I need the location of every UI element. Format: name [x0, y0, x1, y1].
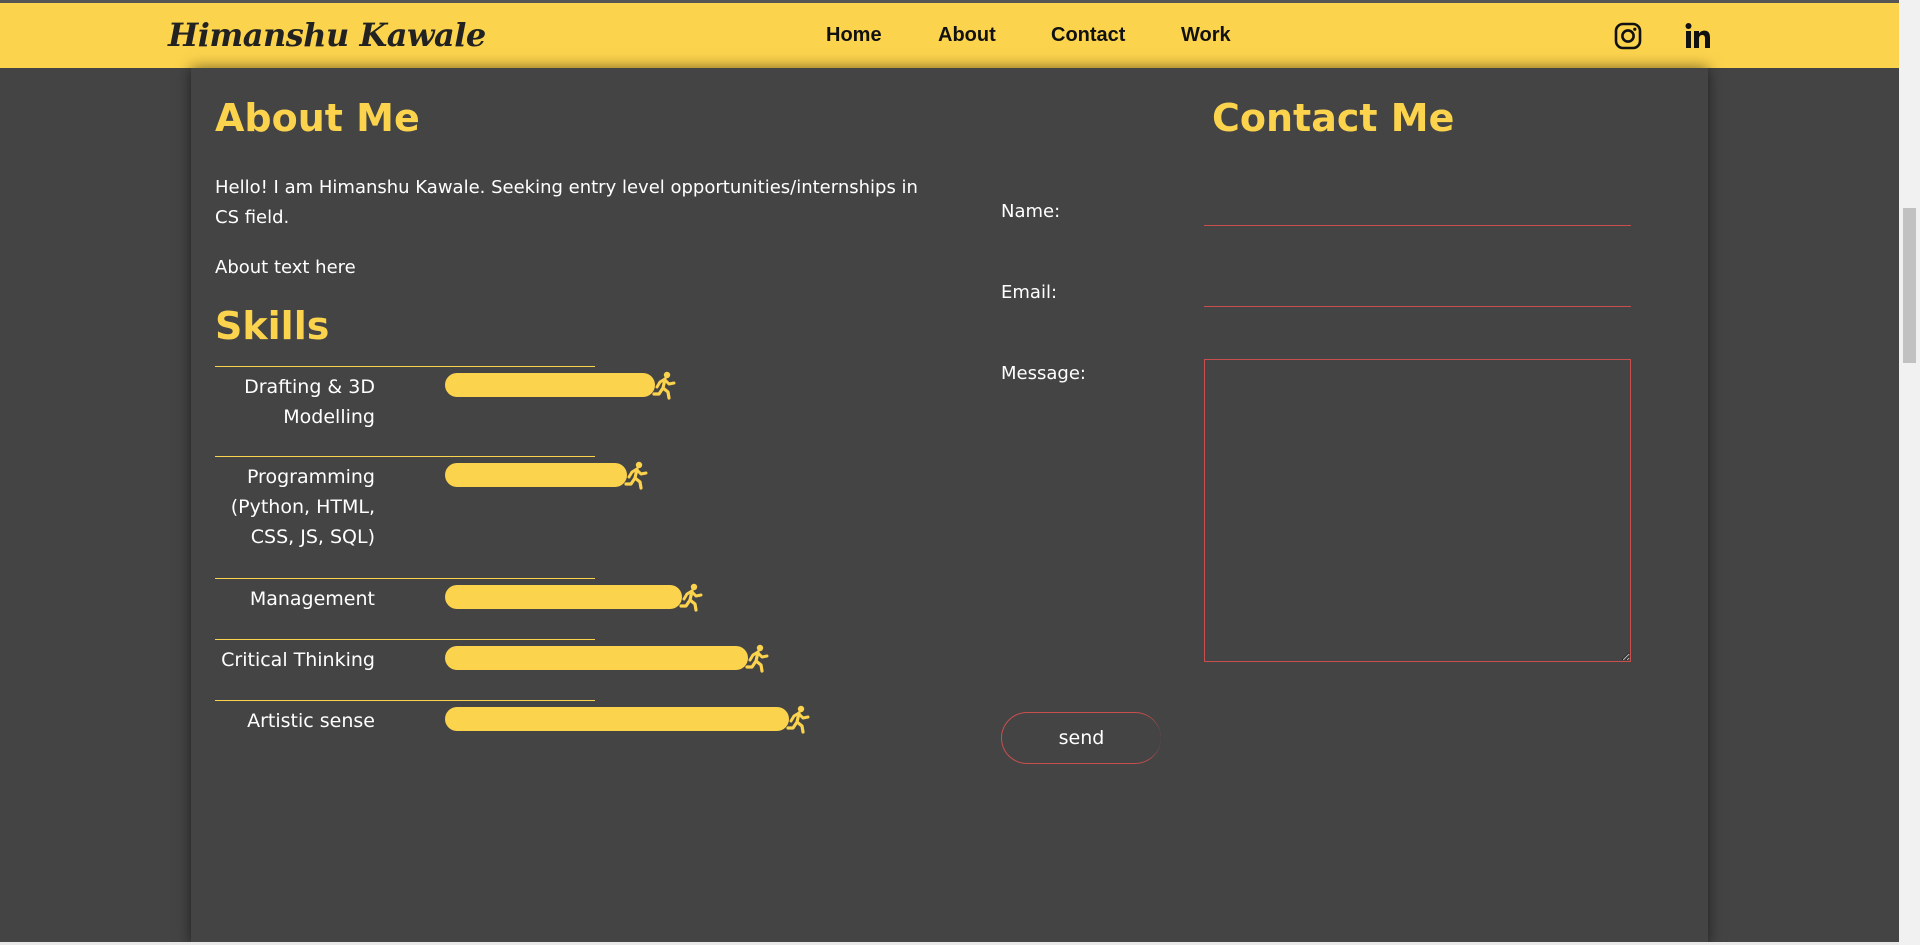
about-title: About Me — [215, 96, 420, 140]
skill-label: Programming (Python, HTML, CSS, JS, SQL) — [230, 466, 375, 548]
send-button[interactable]: send — [1001, 712, 1161, 764]
message-textarea[interactable] — [1204, 359, 1631, 662]
skill-label: Management — [249, 588, 375, 610]
nav-about[interactable]: About — [938, 24, 996, 47]
skill-progress-bar — [445, 585, 682, 609]
skills-title: Skills — [215, 304, 330, 348]
skill-divider — [215, 578, 595, 579]
linkedin-icon[interactable] — [1683, 21, 1713, 51]
running-person-icon — [744, 643, 770, 673]
name-field[interactable] — [1204, 196, 1631, 226]
skill-divider — [215, 700, 595, 701]
skill-divider — [215, 639, 595, 640]
content-card: About Me Hello! I am Himanshu Kawale. Se… — [191, 68, 1708, 945]
skill-label: Artistic sense — [247, 710, 375, 732]
nav-contact[interactable]: Contact — [1051, 24, 1125, 47]
nav-home[interactable]: Home — [826, 24, 882, 47]
running-person-icon — [678, 582, 704, 612]
running-person-icon — [785, 704, 811, 734]
skill-divider — [215, 366, 595, 367]
navbar: Himanshu Kawale Home About Contact Work — [0, 3, 1899, 68]
skill-divider — [215, 456, 595, 457]
skill-progress-bar — [445, 707, 789, 731]
message-label: Message: — [1001, 363, 1086, 384]
about-text: About text here — [215, 257, 356, 278]
scrollbar-thumb[interactable] — [1903, 208, 1916, 363]
nav-work[interactable]: Work — [1181, 24, 1231, 47]
name-label: Name: — [1001, 201, 1061, 222]
email-field[interactable] — [1204, 277, 1631, 307]
running-person-icon — [651, 370, 677, 400]
vertical-scrollbar[interactable] — [1899, 0, 1920, 945]
running-person-icon — [623, 460, 649, 490]
skill-label: Critical Thinking — [221, 649, 375, 671]
contact-title: Contact Me — [1212, 96, 1455, 140]
about-intro: Hello! I am Himanshu Kawale. Seeking ent… — [215, 177, 918, 228]
instagram-icon[interactable] — [1613, 21, 1643, 51]
skill-progress-bar — [445, 463, 627, 487]
brand-logo[interactable]: Himanshu Kawale — [168, 16, 486, 54]
skill-label: Drafting & 3D Modelling — [244, 376, 375, 428]
skill-progress-bar — [445, 373, 655, 397]
email-label: Email: — [1001, 282, 1058, 303]
skill-progress-bar — [445, 646, 748, 670]
